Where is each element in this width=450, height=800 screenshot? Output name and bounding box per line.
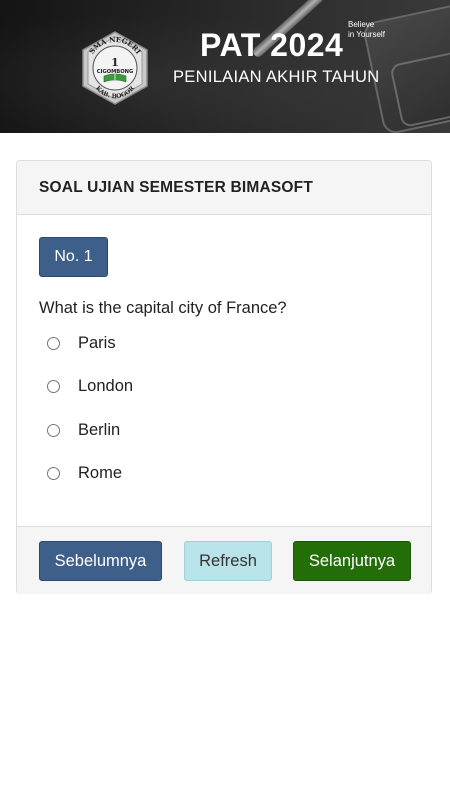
exam-card: SOAL UJIAN SEMESTER BIMASOFT No. 1 What … <box>16 160 432 594</box>
option-label: London <box>78 376 134 395</box>
previous-button[interactable]: Sebelumnya <box>39 541 162 581</box>
card-footer: Sebelumnya Refresh Selanjutnya <box>17 526 431 594</box>
card-title: SOAL UJIAN SEMESTER BIMASOFT <box>39 179 314 196</box>
refresh-button[interactable]: Refresh <box>184 541 272 581</box>
option-label: Rome <box>78 463 123 482</box>
radio-unchecked-icon[interactable] <box>47 379 60 393</box>
banner-title: PAT 2024 <box>200 27 344 63</box>
option-rome[interactable]: Rome <box>47 461 122 485</box>
option-label: Paris <box>78 333 116 352</box>
option-paris[interactable]: Paris <box>47 331 116 355</box>
banner-tagline: Believe in Yourself <box>348 20 385 39</box>
banner-subtitle: PENILAIAN AKHIR TAHUN <box>173 68 380 86</box>
option-label: Berlin <box>78 420 121 439</box>
radio-unchecked-icon[interactable] <box>47 466 60 480</box>
option-london[interactable]: London <box>47 374 133 398</box>
radio-unchecked-icon[interactable] <box>47 336 60 350</box>
question-text: What is the capital city of France? <box>39 299 287 317</box>
header-banner: SMA NEGERI 1 CIGOMBONG KAB. BOGOR PAT 20… <box>0 0 450 133</box>
card-header: SOAL UJIAN SEMESTER BIMASOFT <box>17 161 431 215</box>
next-button[interactable]: Selanjutnya <box>293 541 411 581</box>
option-berlin[interactable]: Berlin <box>47 418 120 442</box>
school-emblem-icon: SMA NEGERI 1 CIGOMBONG KAB. BOGOR <box>82 31 148 105</box>
question-number-button[interactable]: No. 1 <box>39 237 108 277</box>
logo-number: 1 <box>111 56 119 69</box>
radio-unchecked-icon[interactable] <box>47 423 60 437</box>
